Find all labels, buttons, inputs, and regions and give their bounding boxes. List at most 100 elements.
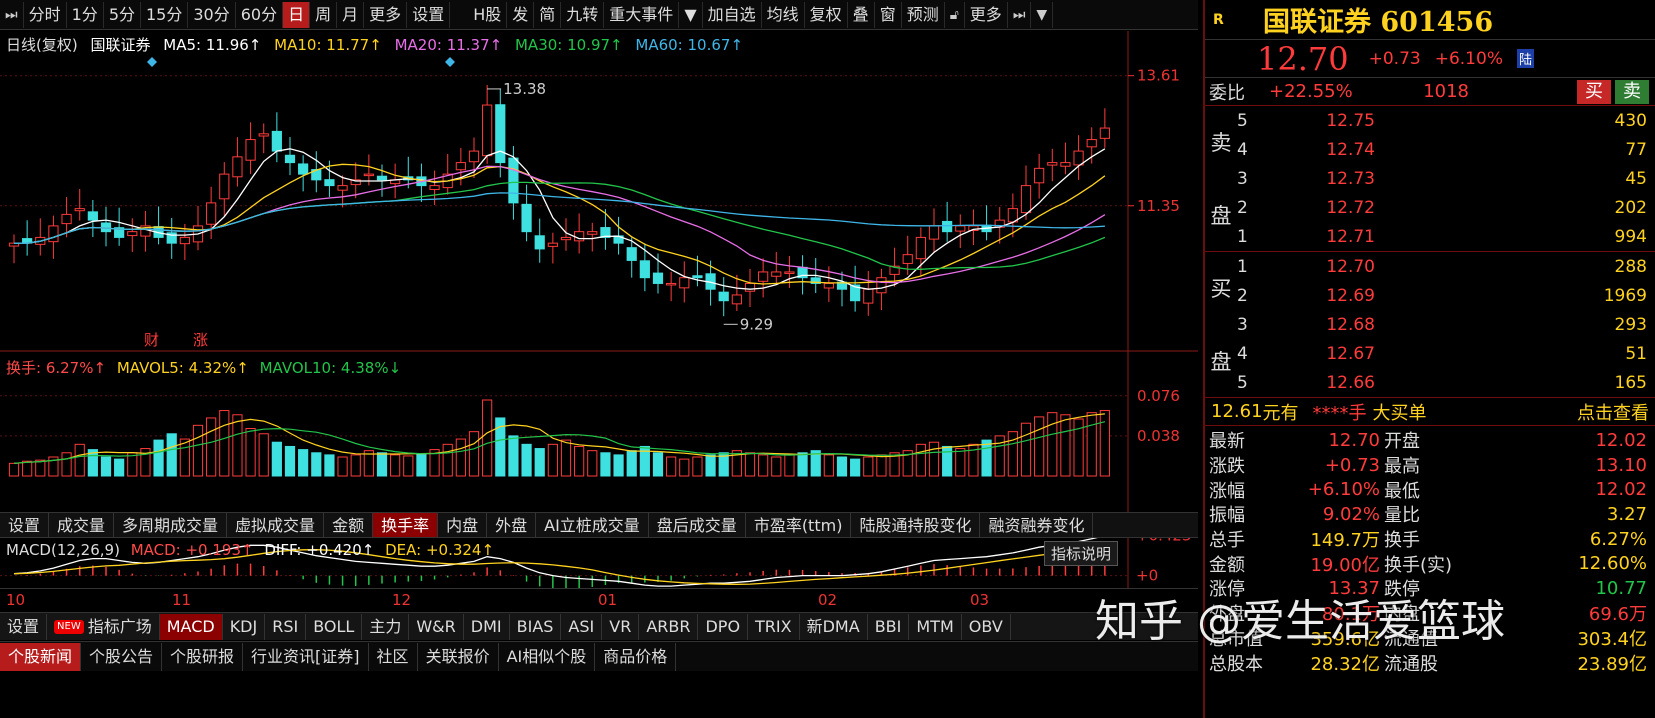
indicator-tab[interactable]: TRIX <box>748 613 800 640</box>
stats-l2: 换手 <box>1384 530 1420 552</box>
period-tab[interactable]: 5分 <box>104 1 141 28</box>
asks-level-row[interactable]: 5 12.75 430 <box>1205 106 1655 135</box>
sub-indicator-tab[interactable]: 金额 <box>324 513 374 537</box>
candle-body <box>534 235 545 250</box>
event-label: 涨 <box>193 331 208 349</box>
news-tab[interactable]: 个股公告 <box>81 642 163 671</box>
toolbar-button[interactable]: H股 <box>468 1 508 28</box>
bids-level-row[interactable]: 4 12.67 51 <box>1205 339 1655 368</box>
buy-button[interactable]: 买 <box>1577 79 1611 104</box>
sub-indicator-tab[interactable]: 陆股通持股变化 <box>851 513 981 537</box>
stats-l2: 内盘 <box>1384 604 1420 626</box>
period-label: 日线(复权) <box>6 36 78 54</box>
indicator-tab[interactable]: 新DMA <box>800 613 868 640</box>
sub-indicator-tab[interactable]: 虚拟成交量 <box>227 513 325 537</box>
turnover-bar <box>942 445 953 477</box>
indicator-tab[interactable]: MTM <box>909 613 962 640</box>
stats-v2: 69.6万 <box>1588 604 1647 626</box>
period-tab[interactable]: 30分 <box>188 1 236 28</box>
toolbar-button[interactable]: 复权 <box>805 1 848 28</box>
indicator-tab[interactable]: DPO <box>698 613 749 640</box>
sub-indicator-tab[interactable]: 成交量 <box>49 513 115 537</box>
period-tab[interactable]: 1分 <box>67 1 104 28</box>
toolbar-button[interactable]: 预测 <box>902 1 945 28</box>
news-tab[interactable]: 个股研报 <box>162 642 244 671</box>
asks-level-row[interactable]: 3 12.73 45 <box>1205 164 1655 193</box>
indicator-tab[interactable]: BOLL <box>306 613 363 640</box>
news-tab[interactable]: 社区 <box>369 642 418 671</box>
bids-level-row[interactable]: 5 12.66 165 <box>1205 368 1655 397</box>
toolbar-button[interactable]: 叠 <box>848 1 875 28</box>
indicator-tab[interactable]: BIAS <box>510 613 562 640</box>
indicator-tab[interactable]: MACD <box>159 613 223 640</box>
sub-indicator-tab[interactable]: 设置 <box>0 513 50 537</box>
toolbar-button[interactable]: ▼ <box>679 1 703 28</box>
toolbar-more-right[interactable]: 更多 <box>965 1 1008 28</box>
bids-level-row[interactable]: 1 12.70 288 <box>1205 252 1655 281</box>
indicator-tab[interactable]: BBI <box>868 613 910 640</box>
toolbar-button[interactable]: 九转 <box>561 1 605 28</box>
asks-level-row[interactable]: 1 12.71 994 <box>1205 222 1655 251</box>
toolbar-button[interactable]: 重大事件 <box>604 1 680 28</box>
indicator-tab[interactable]: DMI <box>464 613 510 640</box>
sub-indicator-tab[interactable]: 内盘 <box>438 513 488 537</box>
period-tab[interactable]: 周 <box>310 1 338 28</box>
sub-indicator-tab[interactable]: 盘后成交量 <box>649 513 746 537</box>
news-tab[interactable]: AI相似个股 <box>499 642 596 671</box>
toolbar-button[interactable]: 加自选 <box>703 1 762 28</box>
candle-body <box>942 220 953 233</box>
turnover-bar <box>311 452 322 477</box>
sub-indicator-tab[interactable]: 多周期成交量 <box>114 513 228 537</box>
bids-level-row[interactable]: 3 12.68 293 <box>1205 310 1655 339</box>
news-tab[interactable]: 行业资讯[证券] <box>243 642 369 671</box>
period-tab[interactable]: 分时 <box>24 1 67 28</box>
news-tab[interactable]: 商品价格 <box>595 642 677 671</box>
price-axis-label: 13.61 <box>1137 67 1180 85</box>
indicator-tab[interactable]: W&R <box>409 613 464 640</box>
collapse-left-icon[interactable]: ⏭ <box>0 1 24 28</box>
period-tab[interactable]: 15分 <box>141 1 189 28</box>
toolbar-button[interactable]: 简 <box>534 1 562 28</box>
news-tab[interactable]: 关联报价 <box>418 642 499 671</box>
indicator-help-button[interactable]: 指标说明 <box>1043 541 1118 566</box>
lock-icon[interactable]: 🔓︎ <box>945 1 965 28</box>
big-order-row[interactable]: 12.61 元有 ****手 大买单 点击查看 <box>1205 398 1655 426</box>
sub-indicator-tab[interactable]: AI立桩成交量 <box>536 513 649 537</box>
toolbar-button[interactable]: 均线 <box>762 1 805 28</box>
big-order-view[interactable]: 点击查看 <box>1577 399 1649 425</box>
bids-level-row[interactable]: 2 12.69 1969 <box>1205 281 1655 310</box>
toolbar-button[interactable]: 窗 <box>875 1 902 28</box>
period-tab[interactable]: 60分 <box>236 1 284 28</box>
period-tab[interactable]: 更多 <box>364 1 408 28</box>
sub-indicator-tab[interactable]: 换手率 <box>373 513 439 537</box>
period-tab[interactable]: 日 <box>283 1 311 28</box>
stats-v1: 149.7万 <box>1310 530 1380 552</box>
stats-l1: 振幅 <box>1209 505 1245 527</box>
turnover-bar <box>508 435 519 477</box>
sell-button[interactable]: 卖 <box>1615 79 1649 104</box>
dropdown-icon[interactable]: ▼ <box>1031 1 1054 28</box>
indicator-tab[interactable]: 主力 <box>362 613 410 640</box>
toolbar-button[interactable]: 发 <box>507 1 535 28</box>
sub-indicator-tab[interactable]: 市盈率(ttm) <box>746 513 852 537</box>
indicator-tab[interactable]: RSI <box>265 613 307 640</box>
indicator-tab[interactable]: 设置 <box>0 613 48 640</box>
kline-chart-area[interactable]: 13.6111.3513.389.29财涨0.0760.038+0.425+0 … <box>0 31 1198 611</box>
indicator-tab[interactable]: ASI <box>561 613 603 640</box>
indicator-tab[interactable]: ARBR <box>639 613 699 640</box>
period-tab[interactable]: 设置 <box>407 1 451 28</box>
news-tab[interactable]: 个股新闻 <box>0 642 82 671</box>
indicator-tab[interactable]: VR <box>602 613 640 640</box>
indicator-tab[interactable]: KDJ <box>223 613 266 640</box>
asks-level-row[interactable]: 4 12.74 77 <box>1205 135 1655 164</box>
expand-right-icon[interactable]: ⏭ <box>1008 1 1032 28</box>
order-ratio-pct: +22.55% <box>1269 81 1353 102</box>
period-tab[interactable]: 月 <box>337 1 365 28</box>
sub-indicator-tab[interactable]: 融资融券变化 <box>980 513 1094 537</box>
sub-indicator-tab[interactable]: 外盘 <box>487 513 537 537</box>
indicator-tab[interactable]: NEW 指标广场 <box>47 613 160 640</box>
indicator-tab[interactable]: OBV <box>962 613 1011 640</box>
asks-level-row[interactable]: 2 12.72 202 <box>1205 193 1655 222</box>
candle-body <box>61 213 72 225</box>
candle-body <box>731 294 742 305</box>
